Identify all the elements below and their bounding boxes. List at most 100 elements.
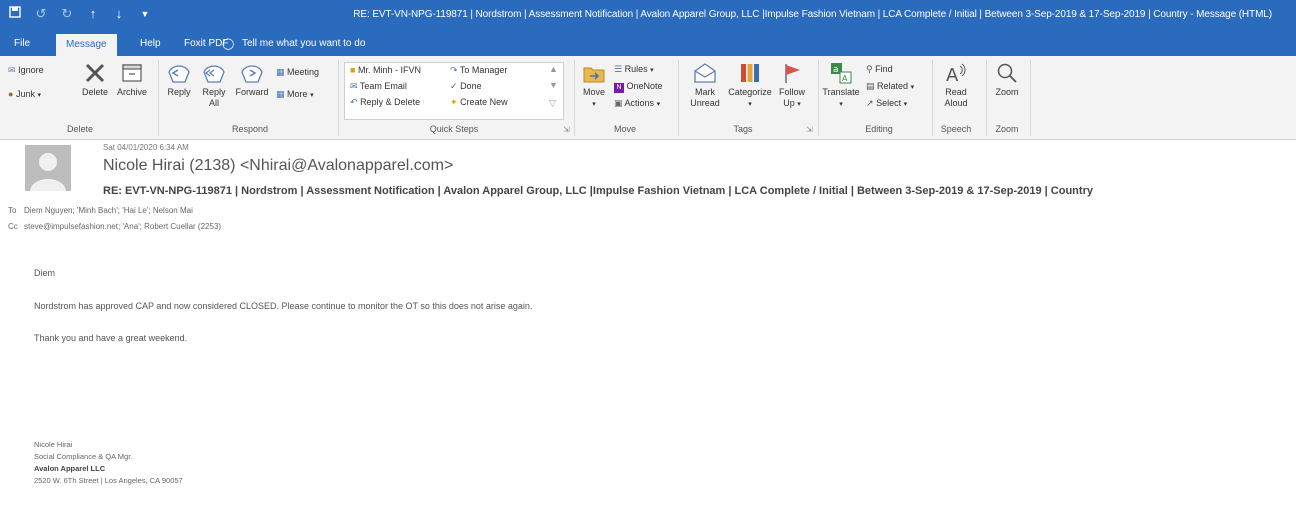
cc-recipients[interactable]: steve@impulsefashion.net; 'Ana'; Robert … [24, 222, 221, 231]
quickstep-to-manager[interactable]: ↷ To Manager [450, 65, 507, 76]
quick-steps-scroll-up[interactable]: ▲ [549, 64, 558, 75]
body-greeting: Diem [34, 268, 56, 278]
svg-text:A: A [842, 74, 848, 83]
move-folder-icon [583, 67, 605, 83]
calendar-icon: ▦ [276, 67, 285, 77]
down-arrow-icon[interactable]: ↓ [112, 6, 126, 22]
quick-access-toolbar: ↺ ↻ ↑ ↓ ▼ [8, 6, 152, 22]
checkmark-icon: ✓ [450, 81, 458, 91]
tab-help[interactable]: Help [140, 38, 161, 49]
group-label-delete: Delete [66, 124, 93, 134]
undo-icon[interactable]: ↺ [34, 6, 48, 22]
to-label: To [8, 206, 17, 215]
divider [678, 60, 679, 136]
divider [574, 60, 575, 136]
redo-icon[interactable]: ↻ [60, 6, 74, 22]
tab-message[interactable]: Message [56, 34, 117, 56]
customize-icon[interactable]: ▼ [138, 6, 152, 22]
lightning-icon: ✦ [450, 97, 458, 107]
envelope-open-icon [694, 63, 716, 83]
zoom-icon [997, 63, 1017, 83]
quickstep-done[interactable]: ✓ Done [450, 81, 482, 92]
to-recipients[interactable]: Diem Nguyen; 'Minh Bach'; 'Hai Le'; Nels… [24, 206, 193, 215]
actions-icon: ▣ [614, 98, 623, 108]
quickstep-create-new[interactable]: ✦ Create New [450, 97, 508, 108]
categorize-icon [741, 64, 759, 82]
message-date: Sat 04/01/2020 6:34 AM [103, 143, 189, 152]
signature-address: 2520 W. 6Th Street | Los Angeles, CA 900… [34, 476, 183, 485]
reply-all-button[interactable]: Reply All [198, 62, 230, 109]
meeting-button[interactable]: ▦ Meeting [276, 67, 319, 78]
body-paragraph-1: Nordstrom has approved CAP and now consi… [34, 301, 533, 311]
email-icon: ✉ [350, 81, 358, 91]
zoom-button[interactable]: Zoom [990, 62, 1024, 98]
divider [338, 60, 339, 136]
onenote-button[interactable]: N OneNote [614, 81, 663, 93]
cursor-icon: ↗ [866, 98, 874, 108]
signature-title: Social Compliance & QA Mgr. [34, 452, 133, 461]
tell-me-search[interactable]: Tell me what you want to do [242, 38, 365, 49]
flag-icon [785, 64, 800, 83]
quickstep-reply-delete[interactable]: ↶ Reply & Delete [350, 97, 420, 108]
sender-name[interactable]: Nicole Hirai (2138) <Nhirai@Avalonappare… [103, 157, 453, 175]
body-paragraph-2: Thank you and have a great weekend. [34, 333, 188, 343]
select-button[interactable]: ↗ Select ▾ [866, 98, 907, 110]
folder-icon: ■ [350, 65, 356, 75]
person-icon [30, 153, 66, 191]
quickstep-mr-minh[interactable]: ■ Mr. Minh - IFVN [350, 65, 421, 76]
follow-up-button[interactable]: Follow Up ▾ [776, 62, 808, 110]
rules-icon: ☰ [614, 64, 623, 74]
divider [1030, 60, 1031, 136]
group-label-quick-steps: Quick Steps [429, 124, 479, 134]
move-button[interactable]: Move ▾ [578, 62, 610, 110]
delete-x-icon [85, 63, 105, 83]
up-arrow-icon[interactable]: ↑ [86, 6, 100, 22]
quickstep-team-email[interactable]: ✉ Team Email [350, 81, 407, 92]
forward-button[interactable]: Forward [234, 62, 270, 98]
signature-company: Avalon Apparel LLC [34, 464, 106, 473]
forward-icon [241, 65, 263, 83]
title-bar: ↺ ↻ ↑ ↓ ▼ RE: EVT-VN-NPG-119871 | Nordst… [0, 0, 1296, 32]
search-icon: ⚲ [866, 64, 873, 74]
ignore-button[interactable]: ✉ Ignore [8, 65, 44, 76]
ribbon: ✉ Ignore ● Junk ▾ Delete Archive Delete … [0, 56, 1296, 140]
more-respond-button[interactable]: ▦ More ▾ [276, 89, 314, 101]
dialog-launcher-icon[interactable]: ⇲ [806, 124, 813, 135]
signature-name: Nicole Hirai [34, 440, 73, 449]
rules-button[interactable]: ☰ Rules ▾ [614, 64, 654, 76]
divider [818, 60, 819, 136]
reply-button[interactable]: Reply [164, 62, 194, 98]
forward-arrow-icon: ↷ [450, 65, 458, 75]
translate-button[interactable]: aA Translate ▾ [822, 62, 860, 110]
divider [158, 60, 159, 136]
group-label-tags: Tags [733, 124, 753, 134]
group-label-move: Move [613, 124, 636, 134]
onenote-icon: N [614, 83, 624, 93]
more-grid-icon: ▦ [276, 89, 285, 99]
avatar [25, 145, 71, 191]
divider [932, 60, 933, 136]
lightbulb-icon: ◯ [222, 38, 235, 50]
categorize-button[interactable]: Categorize ▾ [726, 62, 774, 110]
junk-button[interactable]: ● Junk ▾ [8, 89, 41, 101]
read-aloud-button[interactable]: A Read Aloud [940, 62, 972, 109]
related-icon: ▤ [866, 81, 875, 91]
mark-unread-button[interactable]: Mark Unread [688, 62, 722, 109]
delete-button[interactable]: Delete [80, 62, 110, 98]
dialog-launcher-icon[interactable]: ⇲ [563, 124, 570, 135]
archive-button[interactable]: Archive [114, 62, 150, 98]
actions-button[interactable]: ▣ Actions ▾ [614, 98, 660, 110]
quick-steps-scroll-down[interactable]: ▼ [549, 80, 558, 91]
read-aloud-icon: A [946, 63, 966, 84]
junk-icon: ● [8, 89, 14, 99]
find-button[interactable]: ⚲ Find [866, 64, 893, 75]
svg-text:A: A [946, 65, 959, 84]
related-button[interactable]: ▤ Related ▾ [866, 81, 914, 93]
group-label-respond: Respond [231, 124, 269, 134]
save-icon[interactable] [8, 6, 22, 22]
group-label-speech: Speech [940, 124, 972, 134]
tab-file[interactable]: File [14, 38, 30, 49]
ignore-icon: ✉ [8, 65, 16, 75]
ribbon-tabs: File Message Help Foxit PDF ◯ Tell me wh… [0, 32, 1296, 56]
quick-steps-expand[interactable]: ▽ [549, 98, 556, 109]
